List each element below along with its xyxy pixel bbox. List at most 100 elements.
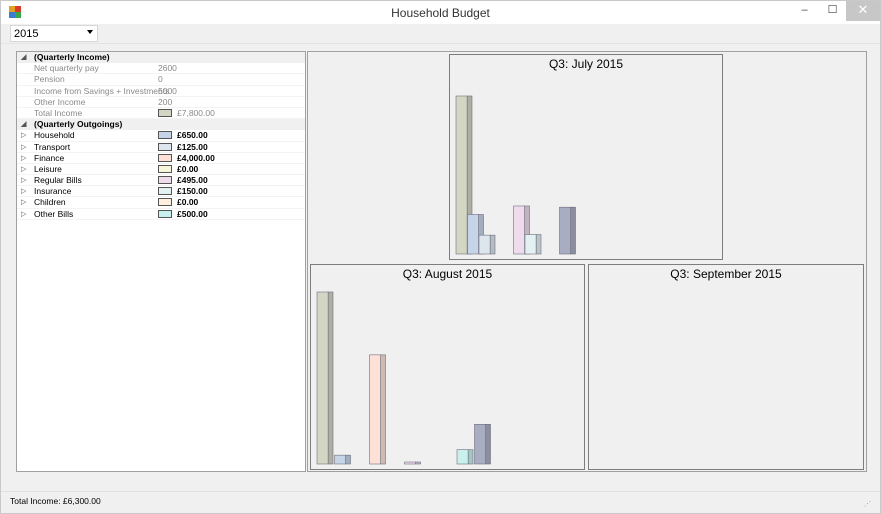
bar-insurance: [524, 234, 542, 255]
status-bar: Total Income: £6,300.00 ⋰: [1, 491, 880, 513]
bar-remaining: [559, 206, 576, 255]
color-swatch: [158, 198, 172, 207]
grid-row[interactable]: ▷ Children £0.00: [17, 197, 305, 209]
grid-row[interactable]: ▷ Regular Bills £495.00: [17, 175, 305, 187]
category-label: (Quarterly Income): [34, 52, 110, 62]
grid-row-value-text: £7,800.00: [177, 107, 215, 118]
bar-chart-september: [589, 265, 865, 471]
grid-row[interactable]: Other Income 200: [17, 97, 305, 108]
chart-panel-august: Q3: August 2015: [310, 264, 585, 470]
category-quarterly-outgoings[interactable]: ◢ (Quarterly Outgoings): [17, 119, 305, 131]
collapse-arrow-icon[interactable]: ◢: [21, 119, 29, 130]
chevron-down-icon[interactable]: [87, 30, 93, 34]
grid-row-name: Leisure: [34, 163, 62, 174]
color-swatch: [158, 209, 172, 218]
color-swatch: [158, 142, 172, 151]
color-swatch: [158, 164, 172, 173]
grid-row[interactable]: Net quarterly pay 2600: [17, 63, 305, 75]
bar-chart-july: [455, 95, 576, 255]
grid-row-value-text: £4,000.00: [177, 152, 215, 163]
expand-arrow-icon[interactable]: ▷: [21, 175, 29, 186]
grid-row[interactable]: ▷ Other Bills £500.00: [17, 209, 305, 220]
grid-row-value-text: 0: [158, 74, 163, 85]
grid-row[interactable]: ▷ Insurance £150.00: [17, 186, 305, 198]
grid-row-name: Pension: [34, 74, 65, 85]
category-quarterly-income[interactable]: ◢ (Quarterly Income): [17, 52, 305, 64]
bar-transport: [478, 234, 496, 255]
maximize-button[interactable]: ☐: [819, 1, 846, 21]
title-bar[interactable]: Household Budget – ☐ ✕: [1, 1, 880, 24]
grid-row-value-text: £150.00: [177, 186, 208, 197]
category-label: (Quarterly Outgoings): [34, 119, 123, 130]
resize-grip-icon[interactable]: ⋰: [864, 500, 872, 508]
expand-arrow-icon[interactable]: ▷: [21, 209, 29, 220]
collapse-arrow-icon[interactable]: ◢: [21, 52, 29, 63]
grid-row[interactable]: ▷ Household £650.00: [17, 130, 305, 142]
grid-row-name: Insurance: [34, 186, 72, 197]
grid-row-value: £4,000.00: [158, 153, 215, 164]
grid-row[interactable]: Income from Savings + Investments 5000: [17, 86, 305, 97]
grid-row-name: Total Income: [34, 107, 83, 118]
bar-chart-august: [316, 291, 491, 465]
bar-regular-bills: [404, 461, 421, 465]
grid-row-name: Other Income: [34, 96, 86, 107]
color-swatch: [158, 131, 172, 140]
grid-row-name: Net quarterly pay: [34, 63, 99, 74]
expand-arrow-icon[interactable]: ▷: [21, 153, 29, 164]
color-swatch: [158, 176, 172, 185]
grid-row-name: Transport: [34, 141, 71, 152]
grid-row-value-text: £125.00: [177, 141, 208, 152]
grid-row-value: £495.00: [158, 175, 208, 186]
chart-panel-september: Q3: September 2015: [588, 264, 864, 470]
toolstrip-divider: [1, 43, 880, 44]
grid-row-value: £650.00: [158, 130, 208, 141]
grid-row-value-text: £500.00: [177, 208, 208, 219]
grid-row-value: £500.00: [158, 209, 208, 220]
grid-row-name: Regular Bills: [34, 175, 82, 186]
color-swatch: [158, 153, 172, 162]
bar-remaining: [474, 424, 491, 465]
expand-arrow-icon[interactable]: ▷: [21, 186, 29, 197]
expand-arrow-icon[interactable]: ▷: [21, 164, 29, 175]
chart-area: Q3: July 2015 Q3: August 2015 Q3: Septem…: [307, 51, 867, 472]
grid-row-value: £125.00: [158, 142, 208, 153]
close-button[interactable]: ✕: [846, 1, 880, 21]
color-swatch: [158, 187, 172, 196]
grid-row-value-text: 5000: [158, 85, 177, 96]
grid-row-value-text: 2600: [158, 63, 177, 74]
grid-row-value: £0.00: [158, 197, 198, 208]
grid-row-value: £150.00: [158, 186, 208, 197]
grid-row-value-text: £495.00: [177, 175, 208, 186]
year-dropdown[interactable]: 2015: [10, 25, 98, 42]
grid-row-value: 0: [158, 74, 163, 85]
expand-arrow-icon[interactable]: ▷: [21, 142, 29, 153]
grid-row-value-text: £650.00: [177, 130, 208, 141]
window-title: Household Budget: [391, 6, 490, 20]
status-total-income: Total Income: £6,300.00: [10, 496, 101, 506]
app-window: Household Budget – ☐ ✕ 2015 ◢ (Quarterly…: [0, 0, 881, 514]
grid-row-name: Other Bills: [34, 208, 74, 219]
property-grid[interactable]: ◢ (Quarterly Income) Net quarterly pay 26…: [16, 51, 306, 472]
year-dropdown-value: 2015: [14, 28, 39, 40]
grid-row-value: 2600: [158, 63, 177, 74]
grid-row-value-text: £0.00: [177, 163, 199, 174]
grid-row[interactable]: ▷ Finance £4,000.00: [17, 153, 305, 164]
grid-row-name: Finance: [34, 152, 65, 163]
grid-row-value-text: £0.00: [177, 197, 199, 208]
bar-other-bills: [456, 449, 474, 465]
grid-row[interactable]: ▷ Transport £125.00: [17, 142, 305, 153]
expand-arrow-icon[interactable]: ▷: [21, 130, 29, 141]
grid-row-name: Household: [34, 130, 75, 141]
bar-finance: [369, 354, 386, 465]
grid-row[interactable]: ▷ Leisure £0.00: [17, 163, 305, 176]
grid-row-name: Children: [34, 197, 66, 208]
chart-panel-july: Q3: July 2015: [449, 54, 723, 260]
expand-arrow-icon[interactable]: ▷: [21, 197, 29, 208]
grid-row-value-text: 200: [158, 96, 173, 107]
grid-row[interactable]: Total Income £7,800.00: [17, 107, 305, 120]
grid-row[interactable]: Pension 0: [17, 74, 305, 86]
minimize-button[interactable]: –: [791, 1, 818, 21]
grid-row-name: Income from Savings + Investments: [34, 85, 170, 96]
bar-total-income: [316, 291, 334, 465]
grid-row-value: 200: [158, 97, 172, 108]
